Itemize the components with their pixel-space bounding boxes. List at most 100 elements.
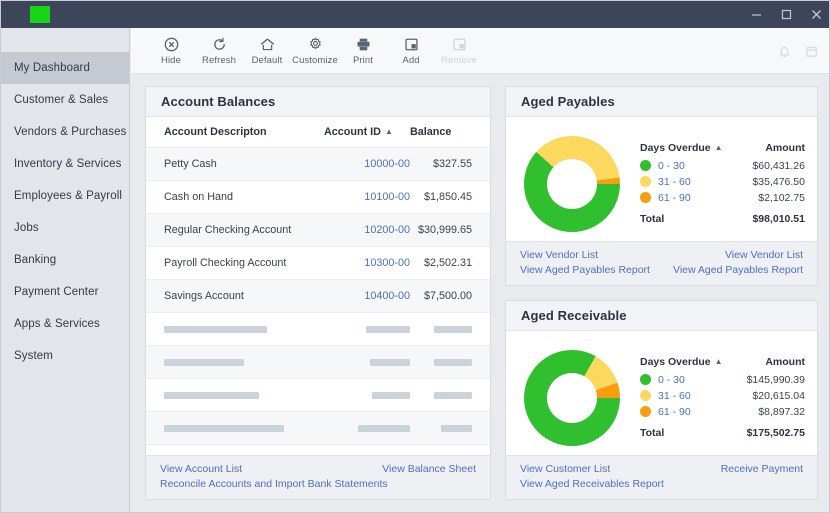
minimize-button[interactable] [741,1,771,28]
add-label: Add [402,54,420,66]
bucket-cell: 61 - 90 [640,404,737,420]
table-row[interactable]: 0 - 30 $145,990.39 [640,372,805,388]
table-row[interactable]: Payroll Checking Account 10300-00 $2,502… [146,246,490,280]
aged-receivable-donut-chart [524,350,620,446]
printer-icon [356,36,371,53]
view-aged-payables-report-link-right[interactable]: View Aged Payables Report [673,263,803,278]
table-row[interactable]: 0 - 30 $60,431.26 [640,158,805,174]
view-balance-sheet-link[interactable]: View Balance Sheet [382,462,476,477]
aged-receivable-footer: View Customer List Receive Payment View … [506,455,817,499]
table-header-row: Account Descripton Account ID ▲ Balance [146,117,490,148]
view-customer-list-link[interactable]: View Customer List [520,462,610,477]
bell-icon[interactable] [778,45,791,58]
print-label: Print [352,54,374,66]
add-button[interactable]: Add [387,36,435,66]
bucket-label-link[interactable]: 61 - 90 [658,406,691,418]
account-description: Savings Account [146,279,324,313]
sort-ascending-icon: ▲ [714,142,723,152]
sidebar-item-my-dashboard[interactable]: My Dashboard [1,52,129,84]
placeholder-cell [146,378,324,412]
bucket-label-link[interactable]: 31 - 60 [658,390,691,402]
bucket-wrap: 61 - 90 [640,192,741,204]
column-header-account-id[interactable]: Account ID ▲ [324,117,410,148]
bucket-wrap: 0 - 30 [640,160,741,172]
account-id-link[interactable]: 10200-00 [364,224,410,236]
total-row: Total $98,010.51 [640,206,805,227]
hide-button[interactable]: Hide [147,36,195,66]
skeleton-bar [434,358,472,366]
footer-row-bottom: View Aged Payables Report View Aged Paya… [520,263,803,278]
table-row[interactable]: Regular Checking Account 10200-00 $30,99… [146,213,490,247]
bucket-cell: 61 - 90 [640,190,741,206]
bucket-label-link[interactable]: 31 - 60 [658,176,691,188]
placeholder-cell [324,345,410,379]
maximize-button[interactable] [771,1,801,28]
customize-label: Customize [292,54,338,66]
skeleton-bar [164,358,244,366]
account-id-link[interactable]: 10100-00 [364,191,410,203]
customize-button[interactable]: Customize [291,36,339,66]
column-header-balance[interactable]: Balance [410,117,490,148]
default-button[interactable]: Default [243,36,291,66]
bucket-label-link[interactable]: 0 - 30 [658,374,685,386]
table-row-placeholder [146,312,490,346]
account-description: Regular Checking Account [146,213,324,247]
sidebar-item-employees-and-payroll[interactable]: Employees & Payroll [1,180,129,212]
placeholder-cell [324,411,410,445]
table-row[interactable]: 31 - 60 $20,615.04 [640,388,805,404]
view-account-list-link[interactable]: View Account List [160,462,242,477]
placeholder-cell [410,378,490,412]
sidebar-item-customer-and-sales[interactable]: Customer & Sales [1,84,129,116]
table-row[interactable]: 31 - 60 $35,476.50 [640,174,805,190]
hide-label: Hide [161,54,181,66]
remove-panel-icon [452,36,467,53]
calendar-icon[interactable] [805,45,818,58]
sidebar-item-vendors-and-purchases[interactable]: Vendors & Purchases [1,116,129,148]
account-id-link[interactable]: 10000-00 [364,158,410,170]
account-id-link[interactable]: 10300-00 [364,257,410,269]
table-row[interactable]: Cash on Hand 10100-00 $1,850.45 [146,180,490,214]
reconcile-accounts-link[interactable]: Reconcile Accounts and Import Bank State… [160,477,388,492]
remove-button[interactable]: Remove [435,36,483,66]
sidebar-item-apps-and-services[interactable]: Apps & Services [1,308,129,340]
account-id-link[interactable]: 10400-00 [364,290,410,302]
column-header-days-overdue[interactable]: Days Overdue ▲ [640,356,737,372]
skeleton-bar [164,391,259,399]
sidebar-item-jobs[interactable]: Jobs [1,212,129,244]
column-header-days-overdue-label: Days Overdue [640,141,711,154]
view-vendor-list-link-left[interactable]: View Vendor List [520,248,598,263]
column-header-amount[interactable]: Amount [737,356,805,372]
aged-payables-body: Days Overdue ▲ Amount 0 - 30 $60,431.26 3… [506,117,817,243]
sidebar-item-system[interactable]: System [1,340,129,372]
column-header-amount-label: Amount [765,141,805,154]
column-header-description[interactable]: Account Descripton [146,117,324,148]
sidebar-item-inventory-and-services[interactable]: Inventory & Services [1,148,129,180]
bucket-wrap: 31 - 60 [640,176,741,188]
table-row[interactable]: 61 - 90 $2,102.75 [640,190,805,206]
account-id-cell: 10300-00 [324,246,410,280]
column-header-amount[interactable]: Amount [741,142,805,158]
column-header-account-id-label: Account ID [324,126,381,138]
column-header-days-overdue[interactable]: Days Overdue ▲ [640,142,741,158]
print-button[interactable]: Print [339,36,387,66]
view-vendor-list-link-right[interactable]: View Vendor List [725,248,803,263]
table-row-placeholder [146,345,490,379]
bucket-label-link[interactable]: 61 - 90 [658,192,691,204]
table-row-placeholder [146,411,490,445]
sidebar-item-label: Banking [14,254,57,266]
toolbar-right-icons [778,28,818,74]
table-row[interactable]: Savings Account 10400-00 $7,500.00 [146,279,490,313]
table-row[interactable]: Petty Cash 10000-00 $327.55 [146,147,490,181]
close-button[interactable] [801,1,829,28]
bucket-amount: $2,102.75 [758,191,805,204]
receive-payment-link[interactable]: Receive Payment [721,462,803,477]
view-aged-payables-report-link-left[interactable]: View Aged Payables Report [520,263,650,278]
skeleton-bar [366,325,410,333]
sidebar-item-banking[interactable]: Banking [1,244,129,276]
table-row[interactable]: 61 - 90 $8,897.32 [640,404,805,420]
table-header-row: Days Overdue ▲ Amount [640,142,805,158]
refresh-button[interactable]: Refresh [195,36,243,66]
view-aged-receivables-report-link[interactable]: View Aged Receivables Report [520,477,664,492]
sidebar-item-payment-center[interactable]: Payment Center [1,276,129,308]
bucket-label-link[interactable]: 0 - 30 [658,160,685,172]
